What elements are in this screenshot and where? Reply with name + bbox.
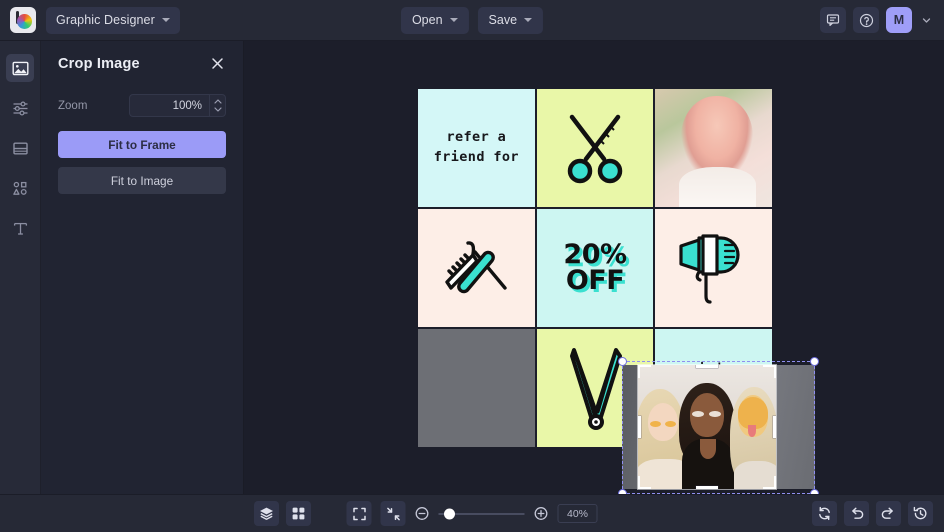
scissors-icon — [567, 114, 623, 184]
discount-text: 20% OFF — [563, 242, 627, 296]
close-panel-button[interactable] — [209, 55, 226, 72]
zoom-in-button[interactable] — [534, 506, 549, 521]
page-title: Crop Image — [58, 55, 140, 72]
tool-rail — [0, 41, 41, 494]
file-actions: Open Save — [400, 6, 544, 34]
chevron-down-icon — [449, 18, 458, 22]
frame-layout-icon — [12, 142, 28, 155]
collapse-icon — [386, 507, 400, 520]
account-actions: M — [820, 7, 934, 33]
bottom-left-tools — [254, 501, 311, 526]
zoom-label: Zoom — [58, 99, 88, 112]
app-logo-icon[interactable] — [10, 7, 36, 33]
bottom-toolbar: 40% — [0, 494, 944, 532]
grid-thumbnails-icon — [292, 507, 305, 520]
question-circle-icon — [859, 13, 873, 27]
zoom-controls: 40% — [346, 501, 598, 526]
chevron-up-icon[interactable] — [213, 99, 222, 104]
zoom-control-row: Zoom 100% — [58, 94, 226, 117]
refer-line-2: friend for — [433, 149, 519, 165]
sidebar-item-edit[interactable] — [6, 94, 34, 122]
selection-handle-top-right[interactable] — [810, 357, 819, 366]
zoom-input[interactable]: 100% — [130, 100, 209, 112]
photo-pink-hair — [655, 89, 772, 207]
account-menu-button[interactable] — [919, 13, 934, 28]
undo-arrow-icon — [852, 507, 864, 519]
workspace: Crop Image Zoom 100% Fit to Frame Fit to… — [0, 41, 944, 498]
chevron-down-icon — [524, 18, 533, 22]
selection-handle-top-left[interactable] — [618, 357, 627, 366]
chevron-down-icon — [922, 17, 931, 23]
close-icon — [212, 58, 223, 69]
reset-button[interactable] — [812, 501, 837, 526]
crop-image-panel: Crop Image Zoom 100% Fit to Frame Fit to… — [41, 41, 244, 494]
flat-iron-icon — [569, 348, 622, 430]
mode-label: Graphic Designer — [56, 13, 155, 27]
image-icon — [12, 61, 29, 75]
cell-refer-text[interactable]: refer a friend for — [418, 89, 535, 207]
discount-line-2: OFF — [565, 265, 625, 296]
undo-button[interactable] — [844, 501, 869, 526]
fit-to-image-button[interactable]: Fit to Image — [58, 167, 226, 194]
zoom-in-plus-icon — [534, 507, 548, 520]
zoom-slider-knob[interactable] — [444, 508, 455, 519]
help-button[interactable] — [853, 7, 879, 33]
layers-button[interactable] — [254, 501, 279, 526]
cell-photo-group[interactable] — [418, 329, 535, 447]
sidebar-item-text[interactable] — [6, 214, 34, 242]
text-t-icon — [13, 222, 27, 235]
cell-hairdryer[interactable] — [655, 209, 772, 327]
zoom-slider[interactable] — [438, 508, 525, 519]
sidebar-item-image-manager[interactable] — [6, 54, 34, 82]
open-button[interactable]: Open — [400, 6, 469, 34]
sidebar-item-graphics[interactable] — [6, 174, 34, 202]
panel-header: Crop Image — [58, 55, 226, 72]
refer-text: refer a friend for — [434, 128, 519, 167]
save-button[interactable]: Save — [477, 6, 544, 34]
redo-arrow-icon — [881, 507, 893, 519]
chevron-down-icon[interactable] — [213, 107, 222, 112]
zoom-out-minus-icon — [415, 507, 429, 520]
comb-razor-icon — [445, 241, 508, 294]
crop-selection[interactable] — [618, 357, 819, 498]
history-button[interactable] — [908, 501, 933, 526]
fit-to-frame-button[interactable]: Fit to Frame — [58, 131, 226, 158]
history-clock-icon — [913, 506, 927, 520]
cell-photo-pinkhair[interactable] — [655, 89, 772, 207]
layers-icon — [260, 507, 273, 520]
top-toolbar: Graphic Designer Open Save M — [0, 0, 944, 41]
cell-scissors[interactable] — [536, 89, 654, 207]
sliders-icon — [13, 100, 27, 116]
chat-bubble-icon — [826, 14, 840, 26]
avatar[interactable]: M — [886, 7, 912, 33]
selection-outline — [618, 357, 819, 498]
canvas-area[interactable]: refer a friend for 20% OFF — [244, 41, 944, 498]
reset-refresh-icon — [819, 506, 830, 521]
expand-fullscreen-icon — [352, 507, 366, 520]
open-label: Open — [411, 13, 443, 27]
sidebar-item-frames[interactable] — [6, 134, 34, 162]
shapes-icon — [12, 181, 27, 195]
feedback-button[interactable] — [820, 7, 846, 33]
cell-comb[interactable] — [418, 209, 535, 327]
hairdryer-icon — [679, 234, 740, 304]
refer-line-1: refer a — [446, 129, 507, 146]
zoom-input-wrapper[interactable]: 100% — [129, 94, 226, 117]
save-label: Save — [488, 13, 518, 27]
zoom-percent-display[interactable]: 40% — [557, 504, 598, 523]
zoom-out-button[interactable] — [415, 506, 430, 521]
mode-selector[interactable]: Graphic Designer — [46, 6, 180, 34]
thumbnails-button[interactable] — [286, 501, 311, 526]
actual-size-button[interactable] — [380, 501, 406, 526]
zoom-stepper[interactable] — [209, 95, 225, 116]
fit-screen-button[interactable] — [346, 501, 372, 526]
redo-button[interactable] — [876, 501, 901, 526]
cell-discount[interactable]: 20% OFF — [536, 209, 654, 327]
logo-color-wheel — [16, 13, 32, 29]
app-root: Graphic Designer Open Save M Crop Image … — [0, 0, 944, 532]
chevron-down-icon — [161, 18, 170, 22]
history-controls — [812, 501, 933, 526]
